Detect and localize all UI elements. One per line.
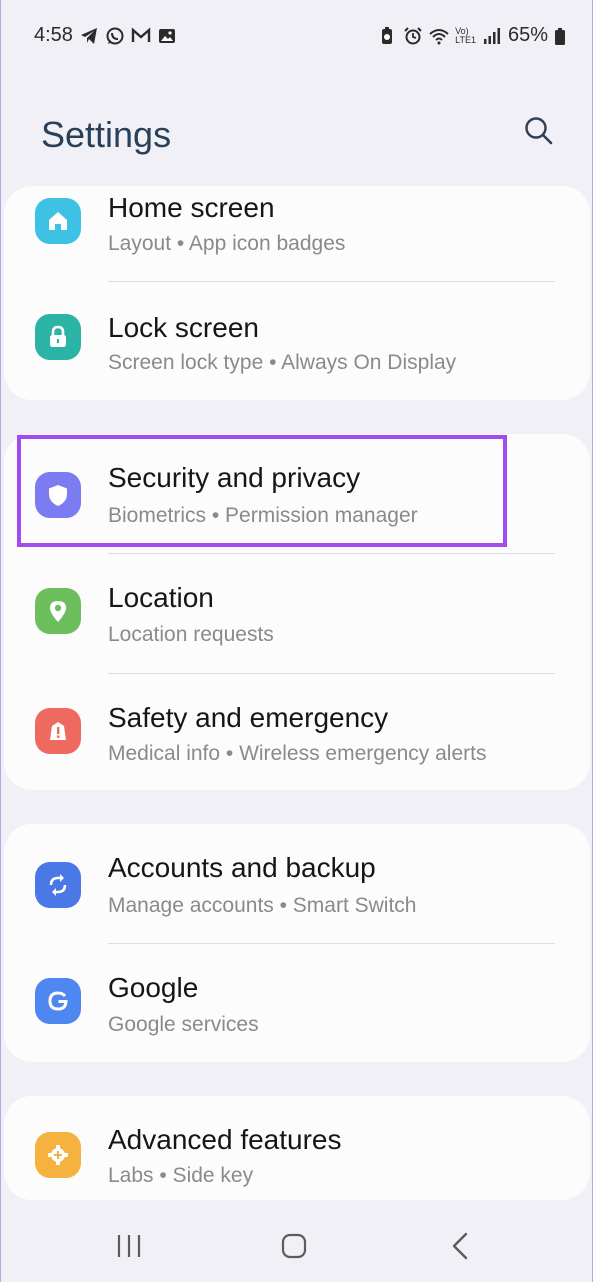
status-right: Vo) LTE1 65% — [377, 24, 566, 47]
setting-title: Google — [108, 972, 199, 1003]
gmail-icon — [131, 26, 151, 46]
status-time: 4:58 — [34, 24, 73, 46]
volte-icon: Vo) LTE1 — [455, 26, 476, 45]
status-left: 4:58 — [34, 24, 177, 47]
battery-percent: 65% — [507, 24, 548, 46]
setting-subtitle: Manage accounts • Smart Switch — [108, 894, 417, 917]
settings-group-3: Accounts and backup Manage accounts • Sm… — [4, 824, 590, 1062]
status-bar: 4:58 Vo) LTE1 65% — [1, 0, 593, 72]
setting-title: Safety and emergency — [108, 702, 389, 733]
battery-saver-icon — [377, 26, 397, 46]
alert-icon — [35, 708, 81, 754]
search-button[interactable] — [521, 114, 559, 152]
location-pin-icon — [35, 588, 81, 634]
header: Settings — [1, 100, 593, 180]
setting-item-location[interactable]: Location Location requests — [4, 554, 590, 673]
sync-icon — [35, 862, 81, 908]
setting-title: Accounts and backup — [108, 852, 376, 883]
setting-item-home-screen[interactable]: Home screen Layout • App icon badges — [4, 172, 590, 291]
highlight-box — [17, 435, 507, 547]
setting-item-advanced-features[interactable]: Advanced features Labs • Side key — [4, 1096, 590, 1200]
settings-group-1: Home screen Layout • App icon badges Loc… — [4, 186, 590, 400]
gallery-icon — [157, 26, 177, 46]
telegram-icon — [79, 26, 99, 46]
setting-title: Lock screen — [108, 312, 259, 343]
home-icon — [35, 198, 81, 244]
back-button[interactable] — [441, 1227, 481, 1267]
search-icon — [525, 117, 553, 145]
setting-title: Home screen — [108, 192, 275, 223]
setting-item-lock-screen[interactable]: Lock screen Screen lock type • Always On… — [4, 282, 590, 401]
settings-group-4: Advanced features Labs • Side key — [4, 1096, 590, 1200]
setting-subtitle: Medical info • Wireless emergency alerts — [108, 742, 487, 765]
home-nav-button[interactable] — [275, 1227, 315, 1267]
setting-item-safety-and-emergency[interactable]: Safety and emergency Medical info • Wire… — [4, 674, 590, 793]
signal-icon — [482, 26, 502, 46]
setting-item-google[interactable]: Google Google services — [4, 944, 590, 1063]
setting-subtitle: Google services — [108, 1013, 259, 1036]
alarm-icon — [403, 26, 423, 46]
setting-subtitle: Screen lock type • Always On Display — [108, 351, 457, 374]
lte-label: LTE1 — [455, 34, 476, 45]
google-icon — [35, 978, 81, 1024]
setting-title: Location — [108, 582, 214, 613]
setting-subtitle: Layout • App icon badges — [108, 232, 346, 255]
wifi-icon — [429, 26, 449, 46]
navigation-bar — [1, 1205, 593, 1282]
setting-item-accounts-and-backup[interactable]: Accounts and backup Manage accounts • Sm… — [4, 824, 590, 943]
setting-title: Advanced features — [108, 1124, 342, 1155]
home-nav-icon — [281, 1233, 307, 1259]
puzzle-gear-icon — [35, 1132, 81, 1178]
lock-icon — [35, 314, 81, 360]
setting-subtitle: Location requests — [108, 623, 274, 646]
page-title: Settings — [41, 114, 172, 155]
battery-icon — [554, 26, 566, 46]
whatsapp-icon — [105, 26, 125, 46]
back-icon — [452, 1232, 468, 1260]
setting-subtitle: Labs • Side key — [108, 1164, 254, 1187]
recent-apps-button[interactable] — [109, 1227, 149, 1267]
recent-apps-icon — [117, 1235, 141, 1257]
